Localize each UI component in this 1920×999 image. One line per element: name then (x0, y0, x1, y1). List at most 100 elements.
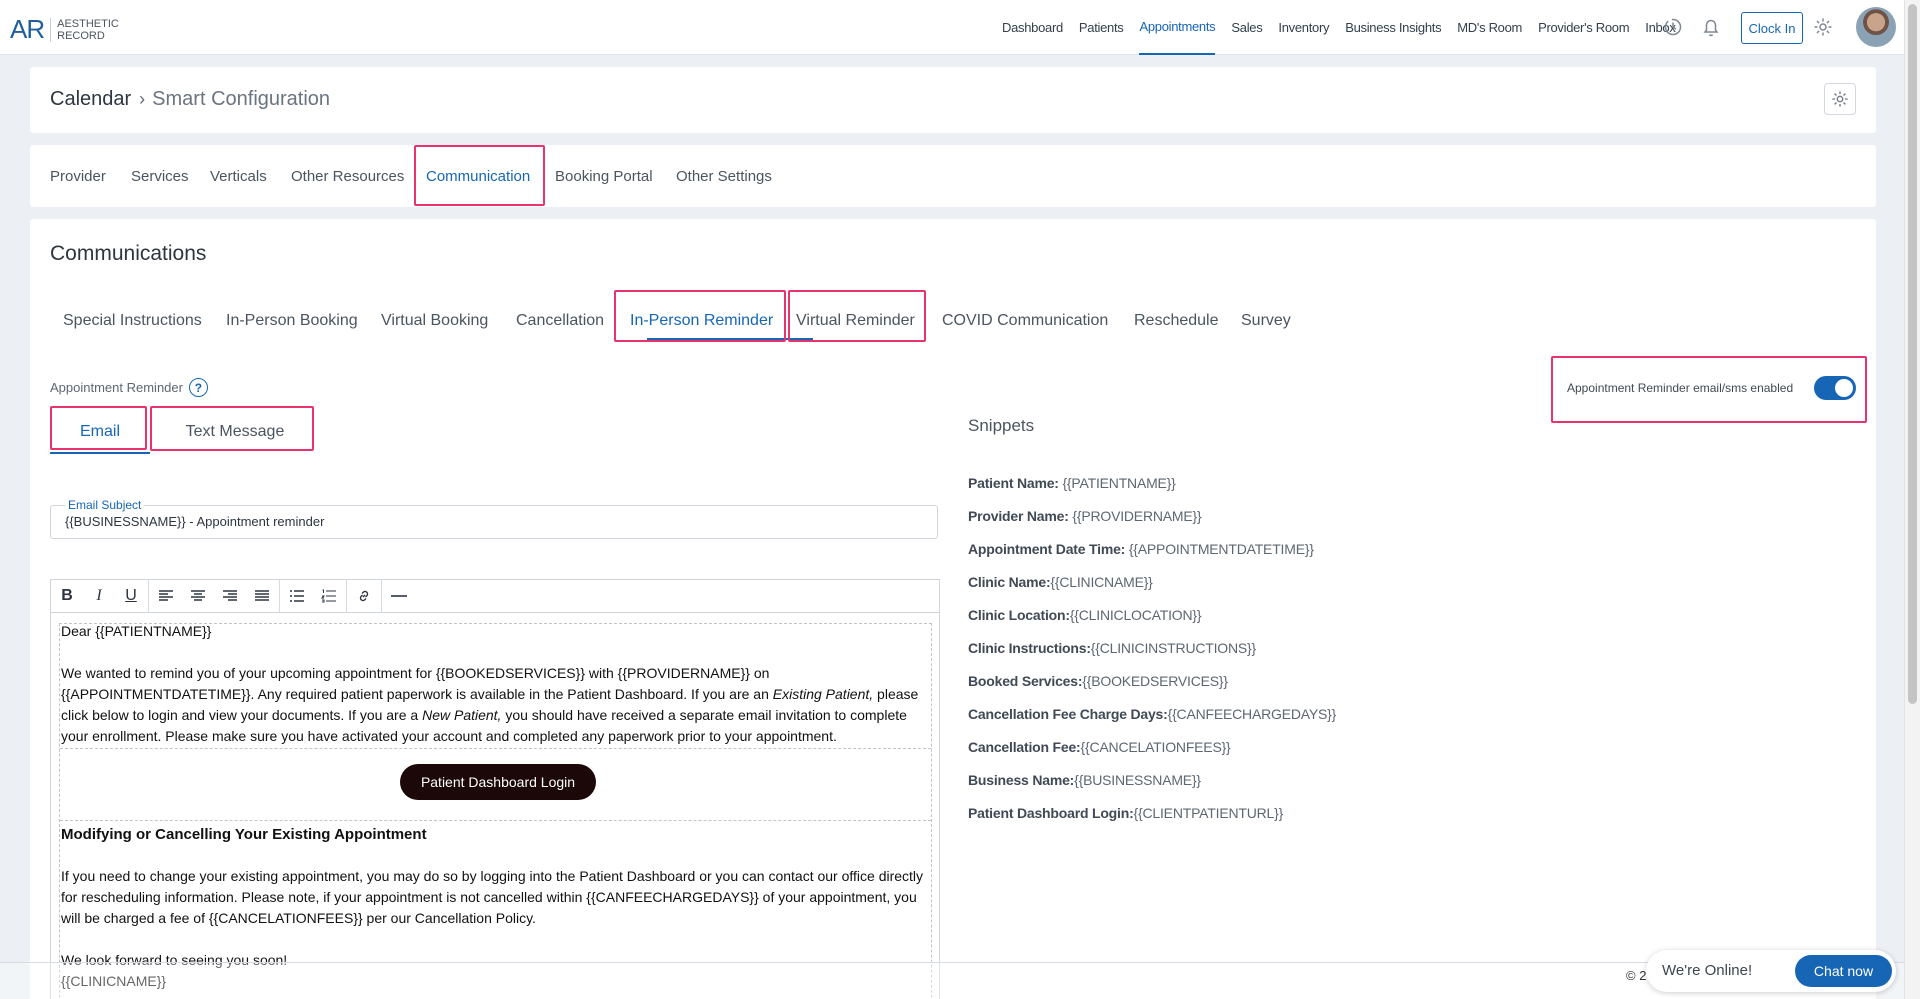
page-scrollbar[interactable] (1904, 0, 1920, 999)
snippet-label: Appointment Date Time: (968, 541, 1126, 557)
bell-icon[interactable] (1699, 15, 1723, 39)
nav-dashboard[interactable]: Dashboard (1002, 0, 1063, 55)
snippet-patient-dashboard-login[interactable]: Patient Dashboard Login:{{CLIENTPATIENTU… (968, 805, 1283, 821)
tab-verticals[interactable]: Verticals (210, 145, 267, 207)
tab-booking-portal[interactable]: Booking Portal (555, 145, 653, 207)
email-subject-label: Email Subject (65, 498, 145, 512)
logo-line-1: AESTHETIC (57, 17, 119, 30)
clock-in-button[interactable]: Clock In (1741, 12, 1803, 44)
snippet-clinic-instructions[interactable]: Clinic Instructions:{{CLINICINSTRUCTIONS… (968, 640, 1256, 656)
snippet-token: {{CANFEECHARGEDAYS}} (1167, 706, 1337, 722)
snippet-token: {{CLINICLOCATION}} (1069, 607, 1202, 623)
paragraph-1-text-a: We wanted to remind you of your upcoming… (61, 665, 773, 702)
page-settings-button[interactable] (1824, 83, 1856, 115)
tab-communication[interactable]: Communication (426, 145, 530, 207)
snippet-label: Patient Dashboard Login: (968, 805, 1134, 821)
italic-icon[interactable]: I (83, 580, 115, 612)
align-justify-icon[interactable] (246, 580, 278, 612)
nav-mds-room[interactable]: MD's Room (1457, 0, 1522, 55)
subtab-text-message[interactable]: Text Message (156, 414, 314, 450)
nav-business-insights[interactable]: Business Insights (1345, 0, 1441, 55)
align-right-icon[interactable] (214, 580, 246, 612)
active-tab-indicator (647, 338, 813, 340)
logo-line-2: RECORD (57, 29, 105, 42)
snippet-appointment-date-time[interactable]: Appointment Date Time: {{APPOINTMENTDATE… (968, 541, 1314, 557)
main-nav: Dashboard Patients Appointments Sales In… (1002, 0, 1692, 55)
breadcrumb-current: Smart Configuration (152, 88, 331, 110)
tab-special-instructions[interactable]: Special Instructions (63, 303, 202, 339)
chat-widget[interactable]: We're Online! Chat now (1646, 950, 1896, 992)
nav-appointments[interactable]: Appointments (1139, 0, 1216, 55)
editor-heading: Modifying or Cancelling Your Existing Ap… (61, 826, 427, 843)
tab-cancellation[interactable]: Cancellation (516, 303, 604, 339)
tab-provider[interactable]: Provider (50, 145, 106, 207)
help-icon[interactable]: ? (188, 378, 208, 397)
reminder-toggle-label: Appointment Reminder email/sms enabled (1567, 381, 1794, 395)
snippet-booked-services[interactable]: Booked Services:{{BOOKEDSERVICES}} (968, 673, 1228, 689)
chat-status: We're Online! (1662, 962, 1753, 979)
scrollbar-thumb[interactable] (1908, 4, 1917, 704)
tab-other-resources[interactable]: Other Resources (291, 145, 404, 207)
underline-icon[interactable]: U (115, 580, 147, 612)
align-left-icon[interactable] (150, 580, 182, 612)
settings-gear-icon[interactable] (1811, 15, 1835, 39)
snippet-token: {{BUSINESSNAME}} (1074, 772, 1201, 788)
tab-services[interactable]: Services (131, 145, 189, 207)
snippet-label: Business Name: (968, 772, 1075, 788)
tab-survey[interactable]: Survey (1241, 303, 1291, 339)
tab-virtual-booking[interactable]: Virtual Booking (381, 303, 488, 339)
tab-virtual-reminder[interactable]: Virtual Reminder (796, 303, 915, 339)
top-navbar: AR AESTHETIC RECORD Dashboard Patients A… (0, 0, 1904, 55)
snippet-token: {{PROVIDERNAME}} (1068, 508, 1202, 524)
reminder-label-text: Appointment Reminder (50, 380, 183, 395)
snippet-provider-name[interactable]: Provider Name: {{PROVIDERNAME}} (968, 508, 1202, 524)
snippets-title: Snippets (968, 416, 1035, 435)
snippet-clinic-location[interactable]: Clinic Location:{{CLINICLOCATION}} (968, 607, 1202, 623)
chevron-right-icon: › (139, 89, 146, 109)
link-icon[interactable] (348, 580, 380, 612)
horizontal-rule-icon[interactable] (383, 580, 415, 612)
toolbar-divider (148, 580, 149, 612)
snippet-label: Clinic Instructions: (968, 640, 1091, 656)
section-title: Communications (50, 242, 207, 265)
tab-in-person-booking[interactable]: In-Person Booking (226, 303, 358, 339)
email-body-editor[interactable]: Dear {{PATIENTNAME}} We wanted to remind… (50, 612, 940, 999)
snippet-label: Cancellation Fee: (968, 739, 1081, 755)
editor-paragraph-2: If you need to change your existing appo… (61, 868, 924, 926)
patient-dashboard-login-button[interactable]: Patient Dashboard Login (400, 764, 596, 800)
editor-block-divider (60, 748, 931, 749)
history-icon[interactable] (1661, 15, 1685, 39)
copyright-text: © 2 (1626, 968, 1647, 983)
bold-icon[interactable]: B (51, 580, 83, 612)
snippet-clinic-name[interactable]: Clinic Name:{{CLINICNAME}} (968, 574, 1153, 590)
align-center-icon[interactable] (182, 580, 214, 612)
snippet-cancellation-fee-charge-days[interactable]: Cancellation Fee Charge Days:{{CANFEECHA… (968, 706, 1336, 722)
tab-other-settings[interactable]: Other Settings (676, 145, 772, 207)
email-subject-field[interactable]: {{BUSINESSNAME}} - Appointment reminder (50, 505, 938, 539)
reminder-enabled-toggle[interactable] (1814, 376, 1856, 400)
nav-inventory[interactable]: Inventory (1278, 0, 1329, 55)
logo[interactable]: AR AESTHETIC RECORD (10, 14, 119, 45)
nav-patients[interactable]: Patients (1079, 0, 1124, 55)
breadcrumb-calendar[interactable]: Calendar (50, 88, 131, 111)
tab-covid-communication[interactable]: COVID Communication (942, 303, 1108, 339)
snippet-token: {{CANCELATIONFEES}} (1080, 739, 1231, 755)
snippet-label: Clinic Location: (968, 607, 1070, 623)
snippet-cancellation-fee[interactable]: Cancellation Fee:{{CANCELATIONFEES}} (968, 739, 1231, 755)
tab-reschedule[interactable]: Reschedule (1134, 303, 1219, 339)
snippet-business-name[interactable]: Business Name:{{BUSINESSNAME}} (968, 772, 1201, 788)
nav-sales[interactable]: Sales (1231, 0, 1262, 55)
nav-providers-room[interactable]: Provider's Room (1538, 0, 1629, 55)
chat-now-button[interactable]: Chat now (1795, 955, 1892, 987)
subtab-email[interactable]: Email (50, 414, 150, 450)
numbered-list-icon[interactable] (313, 580, 345, 612)
avatar[interactable] (1856, 7, 1896, 47)
snippet-patient-name[interactable]: Patient Name: {{PATIENTNAME}} (968, 475, 1176, 491)
snippet-token: {{APPOINTMENTDATETIME}} (1125, 541, 1314, 557)
tab-in-person-reminder[interactable]: In-Person Reminder (630, 303, 773, 339)
bullet-list-icon[interactable] (281, 580, 313, 612)
snippet-token: {{BOOKEDSERVICES}} (1082, 673, 1228, 689)
toolbar-divider (346, 580, 347, 612)
communications-panel: Communications Special Instructions In-P… (30, 219, 1876, 999)
editor-content[interactable]: Dear {{PATIENTNAME}} We wanted to remind… (59, 623, 932, 999)
